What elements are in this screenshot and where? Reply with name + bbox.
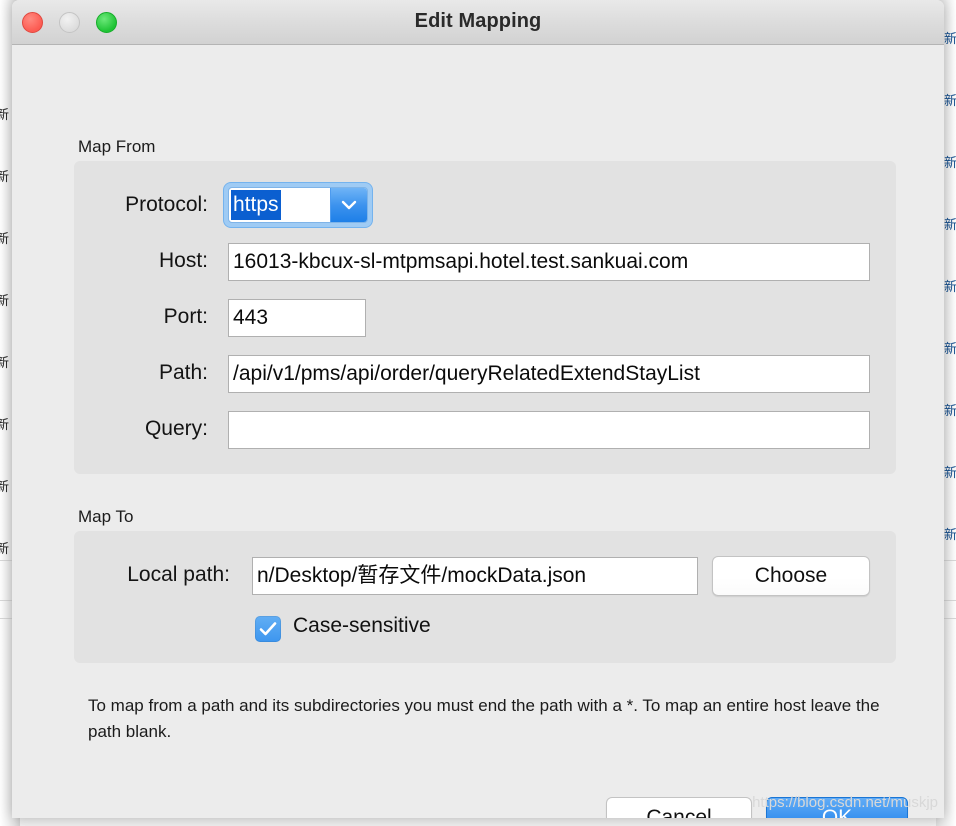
background-row: 新 xyxy=(0,541,10,556)
path-label: Path: xyxy=(158,361,208,384)
background-row: 新 xyxy=(944,217,956,232)
map-from-group-label: Map From xyxy=(78,137,156,156)
background-row: 新 xyxy=(0,479,10,494)
background-row: 新 xyxy=(944,93,956,108)
local-path-label: Local path: xyxy=(127,563,230,586)
port-label: Port: xyxy=(163,305,208,328)
background-row: 新 xyxy=(944,31,956,46)
protocol-selected-value: https xyxy=(231,190,281,220)
window-title: Edit Mapping xyxy=(414,10,542,32)
chevron-down-glyph xyxy=(341,200,357,210)
host-label: Host: xyxy=(158,249,208,272)
background-row: 新 xyxy=(944,341,956,356)
edit-mapping-dialog: Edit Mapping Map From Protocol: https Ho… xyxy=(12,0,944,818)
background-row: 新 xyxy=(944,279,956,294)
background-row: 新 xyxy=(0,231,10,246)
query-input[interactable] xyxy=(228,411,870,449)
background-row: 新 xyxy=(0,293,10,308)
case-sensitive-checkbox[interactable] xyxy=(255,616,281,642)
port-input[interactable]: 443 xyxy=(228,299,366,337)
path-input[interactable]: /api/v1/pms/api/order/queryRelatedExtend… xyxy=(228,355,870,393)
protocol-popup-inner: https xyxy=(228,187,368,223)
background-row: 新 xyxy=(944,155,956,170)
background-row: 新 xyxy=(944,403,956,418)
case-sensitive-label: Case-sensitive xyxy=(293,614,431,637)
map-to-group-label: Map To xyxy=(78,507,134,526)
background-row: 新 xyxy=(0,355,10,370)
cancel-button[interactable]: Cancel xyxy=(606,797,752,818)
background-row: 新 xyxy=(0,169,10,184)
dialog-content: Map From Protocol: https Host: 16013-kbc… xyxy=(12,45,944,818)
title-bar[interactable]: Edit Mapping xyxy=(12,0,944,45)
local-path-input[interactable]: n/Desktop/暂存文件/mockData.json xyxy=(252,557,698,595)
protocol-popup-button[interactable]: https xyxy=(224,183,372,227)
background-row: 新 xyxy=(944,465,956,480)
query-label: Query: xyxy=(144,417,208,440)
background-row: 新 xyxy=(0,107,10,122)
background-row: 新 xyxy=(0,417,10,432)
protocol-label: Protocol: xyxy=(125,193,208,216)
host-input[interactable]: 16013-kbcux-sl-mtpmsapi.hotel.test.sanku… xyxy=(228,243,870,281)
watermark: https://blog.csdn.net/muskjp xyxy=(752,794,938,811)
choose-button[interactable]: Choose xyxy=(712,556,870,596)
map-to-group-box xyxy=(74,531,896,663)
chevron-down-icon[interactable] xyxy=(330,188,367,222)
help-text: To map from a path and its subdirectorie… xyxy=(88,696,880,741)
check-icon xyxy=(259,622,277,636)
background-row: 新 xyxy=(944,527,956,542)
